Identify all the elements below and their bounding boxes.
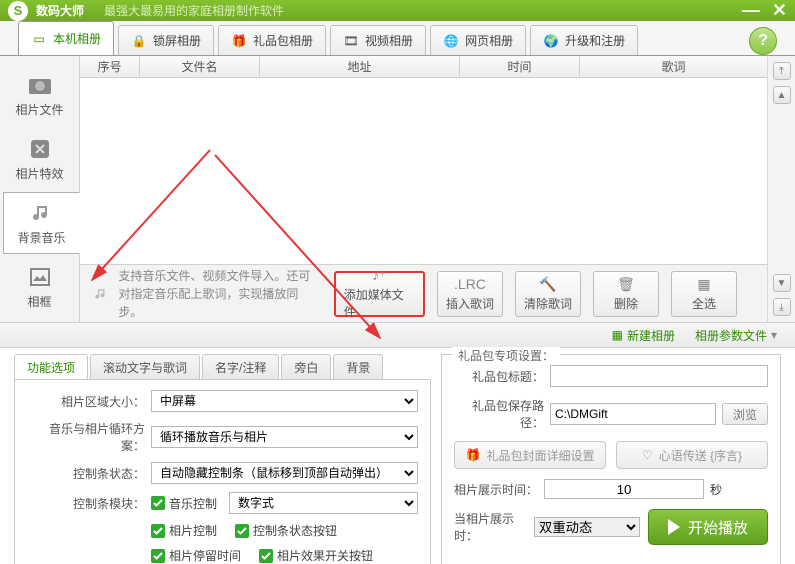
- table-body[interactable]: [80, 78, 767, 264]
- delete-button[interactable]: 🗑删除: [593, 271, 659, 317]
- play-icon: [668, 519, 680, 535]
- browse-button[interactable]: 浏览: [722, 403, 768, 425]
- th-time[interactable]: 时间: [460, 56, 580, 77]
- tab-name-note[interactable]: 名字/注释: [202, 354, 279, 379]
- photo-size-label: 相片区域大小：: [27, 393, 145, 410]
- heart-icon: ♡: [642, 448, 653, 462]
- monitor-icon: ▭: [31, 31, 47, 47]
- start-play-button[interactable]: 开始播放: [648, 509, 768, 545]
- insert-lyric-button[interactable]: .LRC插入歌词: [437, 271, 503, 317]
- gift-legend: 礼品包专项设置：: [452, 347, 560, 364]
- music-icon: [94, 280, 108, 308]
- titlebar: S 数码大师 最强大最易用的家庭相册制作软件 — ✕: [0, 0, 795, 21]
- tab-scrolltext-lyric[interactable]: 滚动文字与歌词: [90, 354, 200, 379]
- album-param-link[interactable]: 相册参数文件▾: [695, 327, 777, 344]
- gift-path-label: 礼品包保存路径：: [454, 397, 544, 431]
- tab-local-album[interactable]: ▭本机相册: [18, 21, 114, 55]
- tab-video-album[interactable]: 🎞视频相册: [330, 25, 426, 55]
- gift-title-input[interactable]: [550, 365, 768, 387]
- scrollbar-buttons: ⤒ ▲ ▼ ⤓: [767, 56, 795, 322]
- music-ctrl-style-select[interactable]: 数字式: [229, 492, 418, 514]
- scroll-up-button[interactable]: ▲: [773, 86, 791, 104]
- sidebar-item-photo-files[interactable]: 相片文件: [3, 64, 76, 126]
- sidebar-item-bg-music[interactable]: 背景音乐: [3, 192, 80, 254]
- display-dur-input[interactable]: [544, 479, 704, 499]
- tab-narration[interactable]: 旁白: [281, 354, 331, 379]
- sidebar-item-frame[interactable]: 相框: [3, 256, 76, 318]
- tab-upgrade-register[interactable]: 🌍升级和注册: [530, 25, 638, 55]
- sidebar: 相片文件 相片特效 背景音乐 相框: [0, 56, 80, 322]
- app-title: 数码大师: [36, 2, 84, 19]
- world-icon: 🌍: [543, 33, 559, 49]
- media-toolbar: 支持音乐文件、视频文件导入。还可对指定音乐配上歌词，实现播放同步。 ♪⁺添加媒体…: [80, 264, 767, 322]
- camera-icon: [26, 73, 54, 97]
- app-logo: S: [8, 1, 28, 21]
- film-icon: 🎞: [343, 33, 359, 49]
- gift-cover-button[interactable]: 🎁礼品包封面详细设置: [454, 441, 606, 469]
- photo-size-select[interactable]: 中屏幕: [151, 390, 418, 412]
- tab-function-options[interactable]: 功能选项: [14, 354, 88, 379]
- ctrl-select[interactable]: 自动隐藏控制条（鼠标移到顶部自动弹出）: [151, 462, 418, 484]
- gift-settings-panel: 礼品包专项设置： 礼品包标题： 礼品包保存路径：浏览 🎁礼品包封面详细设置 ♡心…: [441, 354, 781, 564]
- chk-photo-ctrl[interactable]: 相片控制: [151, 522, 217, 539]
- effects-icon: [26, 137, 54, 161]
- gift-icon: 🎁: [466, 448, 481, 462]
- frame-icon: [26, 265, 54, 289]
- chk-photo-duration[interactable]: 相片停留时间: [151, 547, 241, 564]
- globe-icon: 🌐: [443, 33, 459, 49]
- add-media-button[interactable]: ♪⁺添加媒体文件: [334, 271, 425, 317]
- close-button[interactable]: ✕: [772, 0, 787, 21]
- th-filename[interactable]: 文件名: [140, 56, 260, 77]
- heart-msg-button[interactable]: ♡心语传送 {序言}: [616, 441, 768, 469]
- main-tab-row: ▭本机相册 🔒锁屏相册 🎁礼品包相册 🎞视频相册 🌐网页相册 🌍升级和注册 ?: [0, 21, 795, 55]
- tab-lockscreen-album[interactable]: 🔒锁屏相册: [118, 25, 214, 55]
- grid-icon: ▦: [697, 275, 710, 293]
- sidebar-item-photo-effects[interactable]: 相片特效: [3, 128, 76, 190]
- music-plus-icon: ♪⁺: [372, 267, 386, 284]
- plus-icon: ▦: [612, 328, 623, 342]
- tab-background[interactable]: 背景: [333, 354, 383, 379]
- option-tabs: 功能选项 滚动文字与歌词 名字/注释 旁白 背景: [14, 354, 431, 380]
- chk-photo-fx-toggle[interactable]: 相片效果开关按钮: [259, 547, 373, 564]
- scroll-down-button[interactable]: ▼: [773, 274, 791, 292]
- select-all-button[interactable]: ▦全选: [671, 271, 737, 317]
- lrc-icon: .LRC: [454, 275, 486, 293]
- chevron-down-icon: ▾: [771, 328, 777, 342]
- mod-label: 控制条模块：: [27, 495, 145, 512]
- th-index[interactable]: 序号: [80, 56, 140, 77]
- trash-icon: 🗑: [617, 275, 635, 293]
- loop-label: 音乐与相片循环方案：: [27, 420, 145, 454]
- display-dur-label: 相片展示时间：: [454, 481, 538, 498]
- clear-lyric-button[interactable]: 🔨清除歌词: [515, 271, 581, 317]
- help-button[interactable]: ?: [749, 27, 777, 55]
- tip-text: 支持音乐文件、视频文件导入。还可对指定音乐配上歌词，实现播放同步。: [94, 267, 322, 321]
- tab-web-album[interactable]: 🌐网页相册: [430, 25, 526, 55]
- display-dur-unit: 秒: [710, 481, 722, 498]
- gift-path-input[interactable]: [550, 403, 716, 425]
- new-album-link[interactable]: ▦新建相册: [612, 327, 675, 344]
- loop-select[interactable]: 循环播放音乐与相片: [151, 426, 418, 448]
- app-subtitle: 最强大最易用的家庭相册制作软件: [104, 2, 284, 19]
- music-icon: [28, 201, 56, 225]
- display-mode-select[interactable]: 双重动态: [534, 517, 640, 537]
- scroll-top-button[interactable]: ⤒: [773, 62, 791, 80]
- ctrl-label: 控制条状态：: [27, 465, 145, 482]
- table-header: 序号 文件名 地址 时间 歌词: [80, 56, 767, 78]
- lock-icon: 🔒: [131, 33, 147, 49]
- th-lyric[interactable]: 歌词: [580, 56, 767, 77]
- scroll-bottom-button[interactable]: ⤓: [773, 298, 791, 316]
- gift-title-label: 礼品包标题：: [454, 368, 544, 385]
- tab-gift-album[interactable]: 🎁礼品包相册: [218, 25, 326, 55]
- display-mode-label: 当相片展示时：: [454, 510, 528, 544]
- chk-music-ctrl[interactable]: 音乐控制: [151, 492, 217, 514]
- th-path[interactable]: 地址: [260, 56, 460, 77]
- chk-ctrl-state-btn[interactable]: 控制条状态按钮: [235, 522, 337, 539]
- gift-icon: 🎁: [231, 33, 247, 49]
- minimize-button[interactable]: —: [742, 0, 760, 21]
- hammer-icon: 🔨: [539, 275, 556, 293]
